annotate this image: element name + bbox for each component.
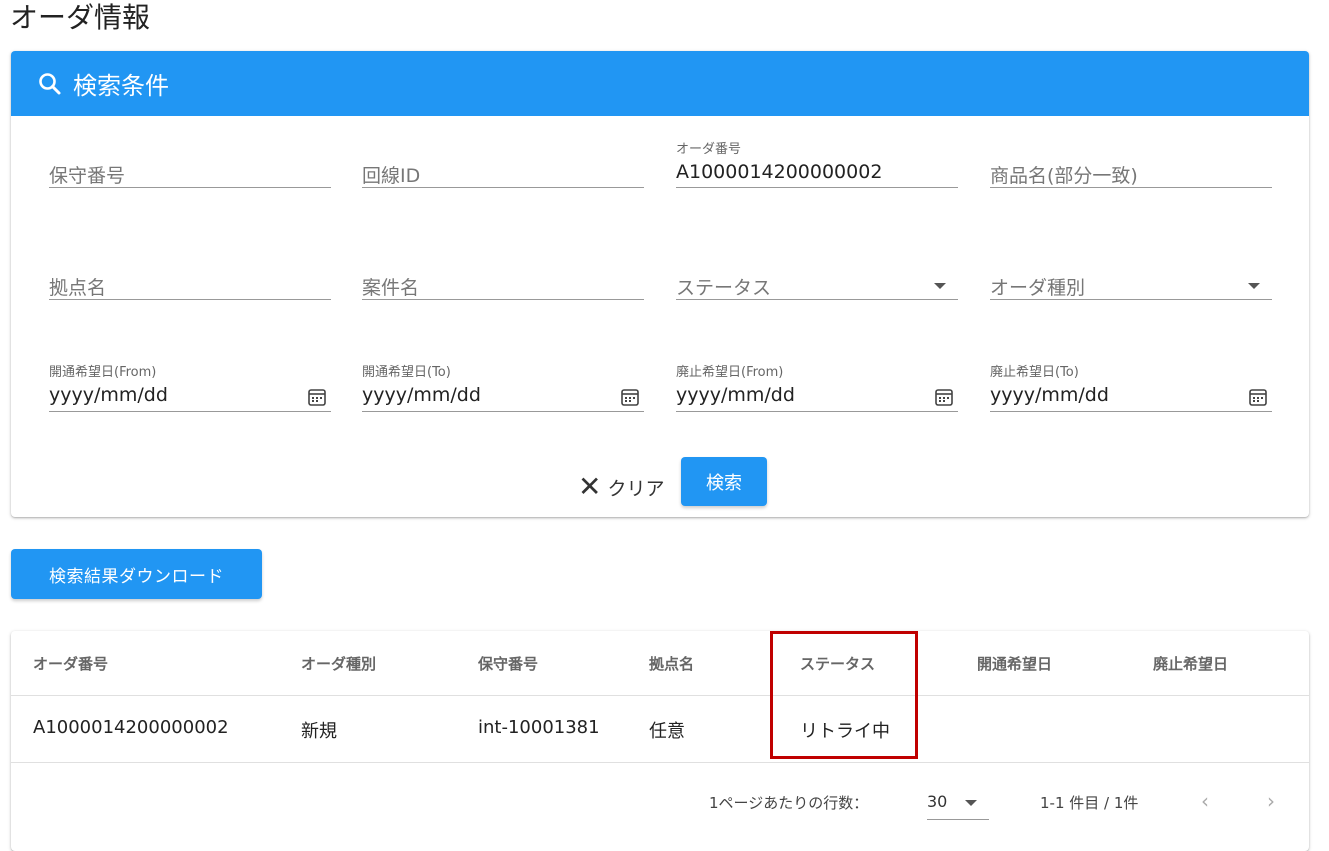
cell-maintenance-no: int-10001381: [478, 717, 600, 738]
cell-site-name: 任意: [649, 721, 685, 742]
column-header-open-date[interactable]: 開通希望日: [977, 653, 1052, 674]
field-underline: [990, 187, 1272, 188]
cell-order-no: A1000014200000002: [33, 717, 229, 738]
status-placeholder: ステータス: [676, 277, 772, 299]
order-no-label: オーダ番号: [676, 142, 742, 157]
rows-per-page-value: 30: [927, 792, 948, 811]
clear-button-label: クリア: [607, 477, 665, 500]
line-id-placeholder: 回線ID: [362, 165, 421, 187]
open-date-from-placeholder: yyyy/mm/dd: [49, 384, 168, 406]
calendar-icon[interactable]: [307, 387, 327, 407]
search-icon: [37, 71, 63, 97]
calendar-icon[interactable]: [934, 387, 954, 407]
open-date-to-placeholder: yyyy/mm/dd: [362, 384, 481, 406]
chevron-down-icon: [965, 800, 977, 806]
maintenance-no-placeholder: 保守番号: [49, 165, 126, 187]
row-divider: [11, 762, 1309, 763]
close-date-from-placeholder: yyyy/mm/dd: [676, 384, 795, 406]
order-no-value: A1000014200000002: [676, 161, 883, 183]
close-date-to-label: 廃止希望日(To): [990, 365, 1079, 380]
rows-per-page-select[interactable]: 30: [927, 790, 989, 820]
open-date-to-label: 開通希望日(To): [362, 365, 451, 380]
close-icon: ✕: [578, 470, 602, 503]
field-underline: [362, 187, 644, 188]
search-panel: 検索条件 保守番号 回線ID オーダ番号 A1000014200000002 商…: [11, 51, 1309, 517]
search-panel-title: 検索条件: [73, 72, 169, 100]
column-header-site-name[interactable]: 拠点名: [649, 653, 694, 674]
product-name-placeholder: 商品名(部分一致): [990, 165, 1138, 187]
search-button[interactable]: 検索: [681, 457, 767, 506]
chevron-right-icon[interactable]: ›: [1267, 789, 1275, 813]
column-header-order-type[interactable]: オーダ種別: [301, 653, 376, 674]
column-header-close-date[interactable]: 廃止希望日: [1153, 653, 1228, 674]
status-highlight-box: [770, 631, 918, 759]
results-table: オーダ番号 オーダ種別 保守番号 拠点名 ステータス 開通希望日 廃止希望日 A…: [11, 631, 1309, 851]
chevron-left-icon[interactable]: ‹: [1201, 789, 1209, 813]
order-type-placeholder: オーダ種別: [990, 277, 1086, 299]
field-underline: [676, 411, 958, 412]
rows-per-page-label: 1ページあたりの行数：: [709, 794, 869, 812]
calendar-icon[interactable]: [620, 387, 640, 407]
site-name-placeholder: 拠点名: [49, 277, 107, 299]
field-underline: [676, 187, 958, 188]
search-panel-header: 検索条件: [11, 51, 1309, 116]
field-underline: [362, 411, 644, 412]
cell-order-type: 新規: [301, 721, 337, 742]
column-header-maintenance-no[interactable]: 保守番号: [478, 653, 538, 674]
chevron-down-icon: [934, 283, 946, 289]
clear-button[interactable]: ✕ クリア: [578, 469, 664, 505]
download-results-button[interactable]: 検索結果ダウンロード: [11, 549, 262, 599]
field-underline: [990, 411, 1272, 412]
project-name-placeholder: 案件名: [362, 277, 420, 299]
close-date-to-placeholder: yyyy/mm/dd: [990, 384, 1109, 406]
chevron-down-icon: [1248, 283, 1260, 289]
calendar-icon[interactable]: [1248, 387, 1268, 407]
header-divider: [11, 695, 1309, 696]
field-underline: [990, 299, 1272, 300]
field-underline: [49, 187, 331, 188]
open-date-from-label: 開通希望日(From): [49, 365, 157, 380]
field-underline: [49, 299, 331, 300]
field-underline: [362, 299, 644, 300]
close-date-from-label: 廃止希望日(From): [676, 365, 784, 380]
field-underline: [49, 411, 331, 412]
field-underline: [676, 299, 958, 300]
pagination-range: 1-1 件目 / 1件: [1040, 794, 1139, 812]
page-title: オーダ情報: [10, 1, 151, 34]
column-header-order-no[interactable]: オーダ番号: [33, 653, 108, 674]
